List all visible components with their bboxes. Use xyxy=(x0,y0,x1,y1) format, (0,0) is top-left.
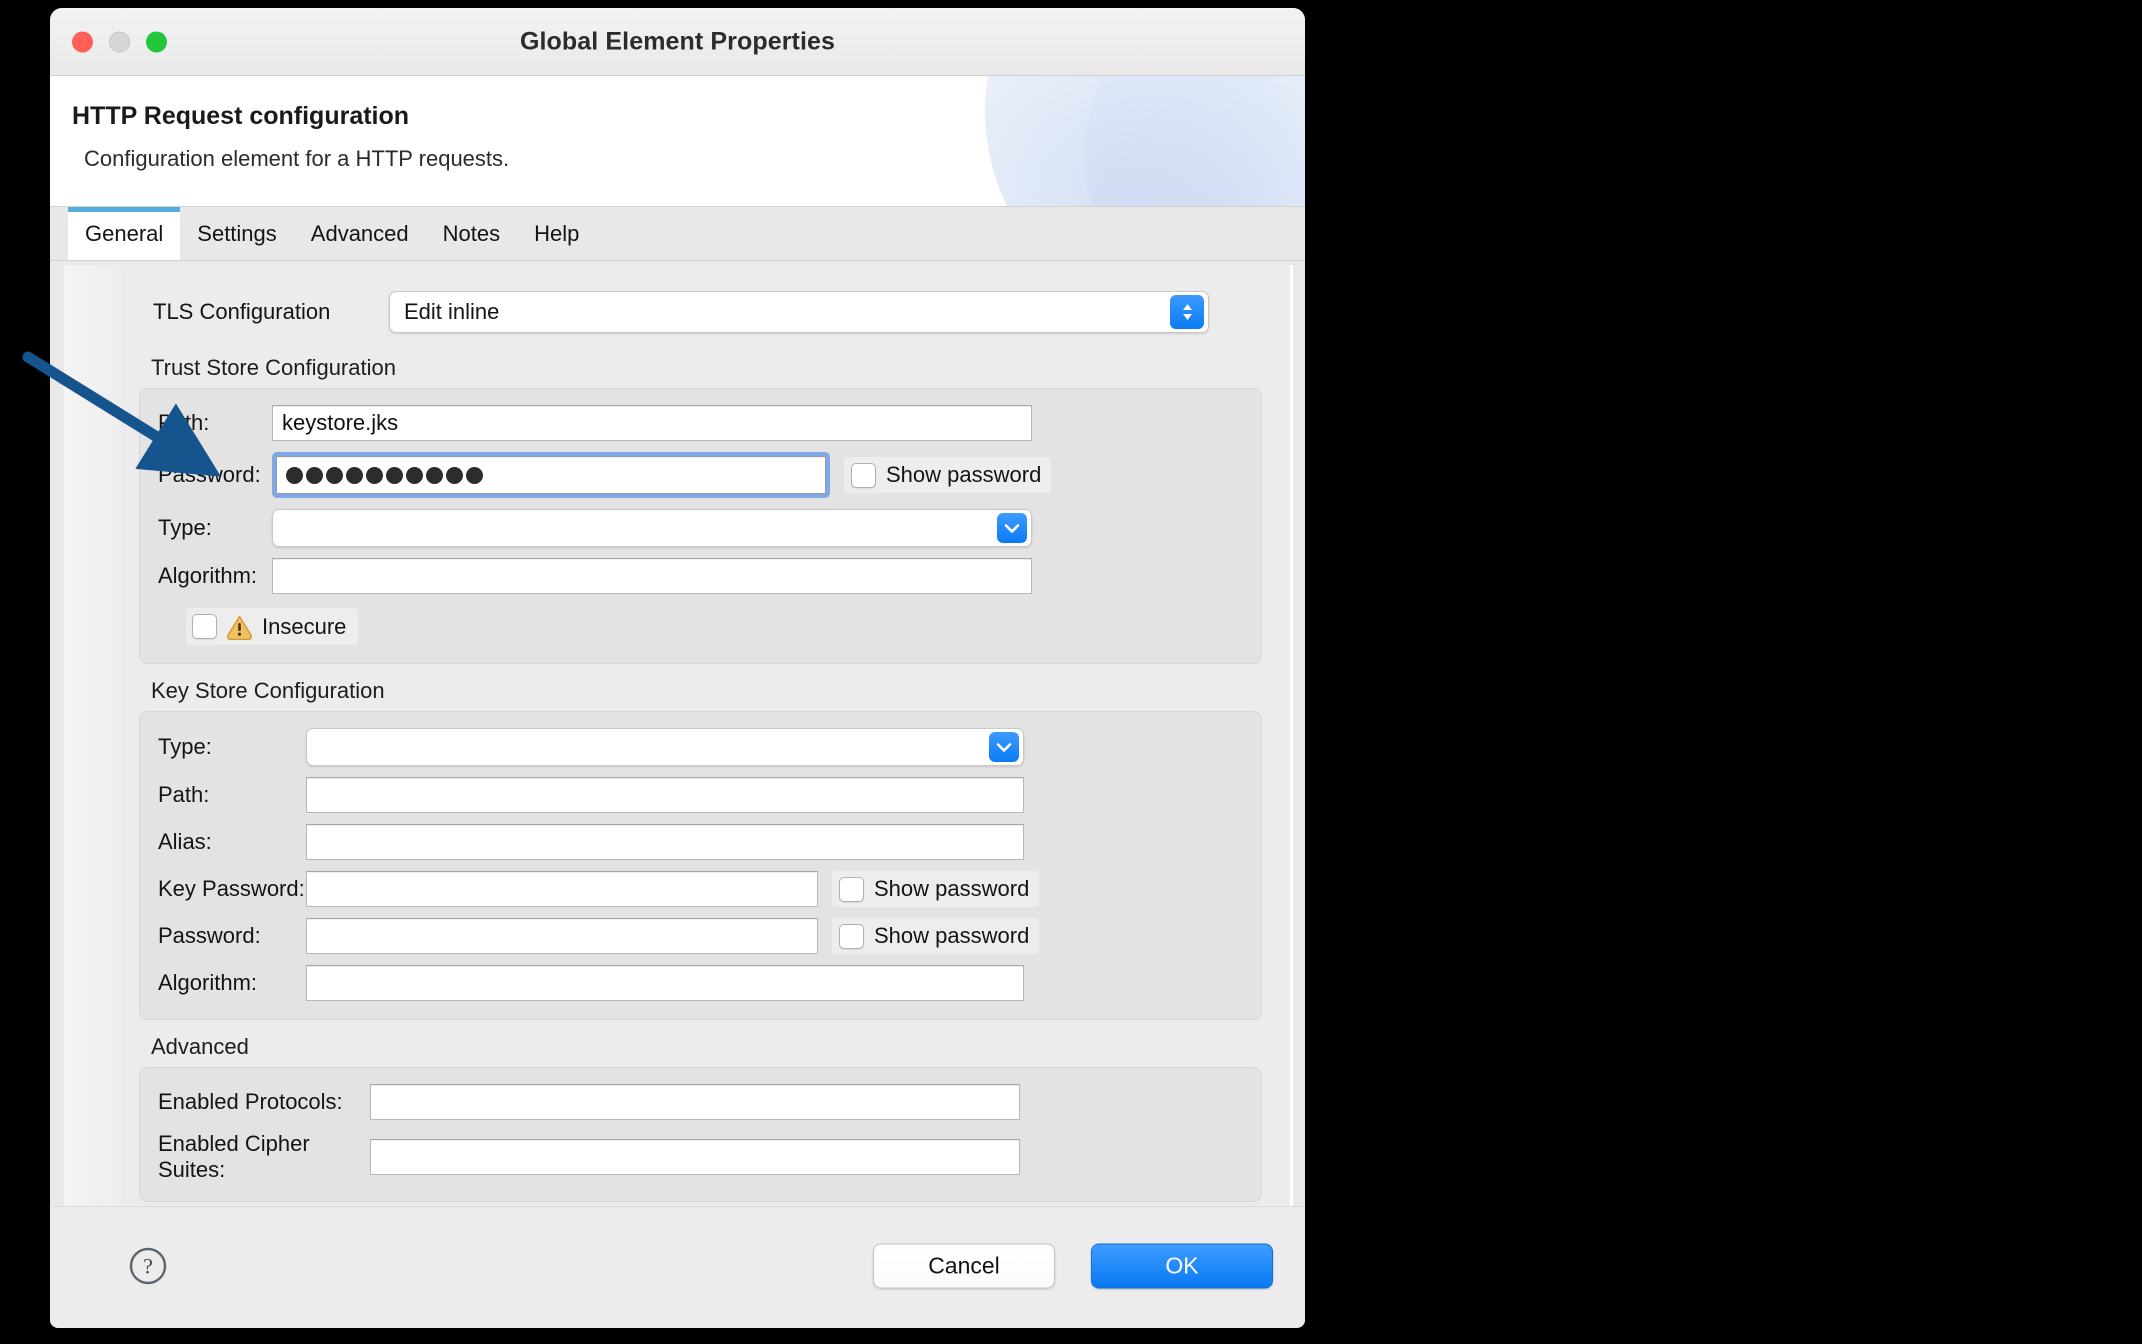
key-store-algorithm-row: Algorithm: xyxy=(158,965,1239,1001)
tls-configuration-label: TLS Configuration xyxy=(153,299,389,325)
tls-configuration-value: Edit inline xyxy=(404,299,499,325)
tab-settings-label: Settings xyxy=(197,221,277,247)
key-store-title: Key Store Configuration xyxy=(139,678,1262,704)
svg-text:?: ? xyxy=(143,1253,153,1278)
key-store-type-combo[interactable] xyxy=(306,728,1024,766)
ok-button[interactable]: OK xyxy=(1091,1243,1273,1288)
tab-notes[interactable]: Notes xyxy=(426,207,517,260)
trust-store-algorithm-input[interactable] xyxy=(272,558,1032,594)
dialog-footer: ? Cancel OK xyxy=(50,1206,1305,1324)
key-store-key-password-row: Key Password: Show password xyxy=(158,871,1239,907)
tab-advanced[interactable]: Advanced xyxy=(294,207,426,260)
page-subtitle: Configuration element for a HTTP request… xyxy=(84,146,509,172)
trust-store-type-combo[interactable] xyxy=(272,509,1032,547)
page-title: HTTP Request configuration xyxy=(72,102,409,131)
tab-content-area: TLS Configuration Edit inline Trust St xyxy=(50,261,1305,1206)
advanced-box: Enabled Protocols: Enabled Cipher Suites… xyxy=(139,1067,1262,1202)
key-store-key-password-input[interactable] xyxy=(306,871,818,907)
key-store-path-input[interactable] xyxy=(306,777,1024,813)
dialog-banner: HTTP Request configuration Configuration… xyxy=(50,76,1305,207)
question-mark-circle-icon[interactable]: ? xyxy=(128,1246,168,1286)
key-store-type-label: Type: xyxy=(158,734,306,760)
banner-decoration-arc2-icon xyxy=(1085,76,1305,207)
tab-advanced-label: Advanced xyxy=(311,221,409,247)
key-store-box: Type: Path: xyxy=(139,711,1262,1020)
key-store-path-row: Path: xyxy=(158,777,1239,813)
key-store-password-show-checkbox[interactable] xyxy=(839,924,864,949)
key-store-key-password-show-label: Show password xyxy=(874,876,1029,902)
insecure-checkbox[interactable] xyxy=(192,614,217,639)
key-store-group: Key Store Configuration Type: xyxy=(139,678,1262,1020)
key-store-password-input[interactable] xyxy=(306,918,818,954)
key-store-key-password-show-toggle[interactable]: Show password xyxy=(832,871,1039,907)
trust-store-type-label: Type: xyxy=(158,515,272,541)
tab-notes-label: Notes xyxy=(443,221,500,247)
chevron-down-icon[interactable] xyxy=(989,732,1019,762)
tab-general[interactable]: General xyxy=(68,207,180,260)
key-store-type-row: Type: xyxy=(158,728,1239,766)
tab-help-label: Help xyxy=(534,221,579,247)
tab-general-label: General xyxy=(85,221,163,247)
password-mask-dots xyxy=(286,457,483,493)
enabled-cipher-suites-input[interactable] xyxy=(370,1139,1020,1175)
global-element-properties-window: Global Element Properties HTTP Request c… xyxy=(50,8,1305,1328)
general-tab-panel: TLS Configuration Edit inline Trust St xyxy=(64,265,1293,1206)
trust-store-type-row: Type: xyxy=(158,509,1239,547)
key-store-password-row: Password: Show password xyxy=(158,918,1239,954)
enabled-cipher-suites-label: Enabled Cipher Suites: xyxy=(158,1131,370,1183)
insecure-label: Insecure xyxy=(262,614,346,640)
popup-updown-arrows-icon[interactable] xyxy=(1170,295,1204,329)
advanced-group: Advanced Enabled Protocols: Enabled Ciph… xyxy=(139,1034,1262,1202)
key-store-password-show-toggle[interactable]: Show password xyxy=(832,918,1039,954)
trust-store-group: Trust Store Configuration Path: keystore… xyxy=(139,355,1262,664)
trust-store-show-password-label: Show password xyxy=(886,462,1041,488)
trust-store-box: Path: keystore.jks Password: xyxy=(139,388,1262,664)
key-store-alias-input[interactable] xyxy=(306,824,1024,860)
enabled-protocols-row: Enabled Protocols: xyxy=(158,1084,1239,1120)
enabled-protocols-input[interactable] xyxy=(370,1084,1020,1120)
window-titlebar: Global Element Properties xyxy=(50,8,1305,76)
trust-store-algorithm-row: Algorithm: xyxy=(158,558,1239,594)
key-store-algorithm-input[interactable] xyxy=(306,965,1024,1001)
trust-store-path-label: Path: xyxy=(158,410,272,436)
key-store-alias-row: Alias: xyxy=(158,824,1239,860)
trust-store-password-input[interactable] xyxy=(276,456,826,494)
advanced-title: Advanced xyxy=(139,1034,1262,1060)
trust-store-password-label: Password: xyxy=(158,462,272,488)
key-store-alias-label: Alias: xyxy=(158,829,306,855)
key-store-key-password-label: Key Password: xyxy=(158,876,306,902)
tls-configuration-row: TLS Configuration Edit inline xyxy=(153,291,1262,333)
chevron-down-icon[interactable] xyxy=(997,513,1027,543)
trust-store-path-input[interactable]: keystore.jks xyxy=(272,405,1032,441)
key-store-key-password-show-checkbox[interactable] xyxy=(839,877,864,902)
window-title: Global Element Properties xyxy=(50,27,1305,56)
key-store-password-show-label: Show password xyxy=(874,923,1029,949)
key-store-algorithm-label: Algorithm: xyxy=(158,970,306,996)
trust-store-path-row: Path: keystore.jks xyxy=(158,405,1239,441)
insecure-toggle[interactable]: Insecure xyxy=(186,608,358,645)
enabled-protocols-label: Enabled Protocols: xyxy=(158,1089,370,1115)
screenshot-root: Global Element Properties HTTP Request c… xyxy=(0,0,2142,1344)
key-store-password-label: Password: xyxy=(158,923,306,949)
enabled-cipher-suites-row: Enabled Cipher Suites: xyxy=(158,1131,1239,1183)
trust-store-password-focus-ring xyxy=(272,452,830,498)
tls-configuration-select[interactable]: Edit inline xyxy=(389,291,1209,333)
warning-triangle-icon xyxy=(226,613,253,640)
tab-help[interactable]: Help xyxy=(517,207,596,260)
trust-store-show-password-checkbox[interactable] xyxy=(851,463,876,488)
tab-settings[interactable]: Settings xyxy=(180,207,294,260)
key-store-path-label: Path: xyxy=(158,782,306,808)
trust-store-show-password-toggle[interactable]: Show password xyxy=(844,457,1051,493)
trust-store-algorithm-label: Algorithm: xyxy=(158,563,272,589)
tab-bar: General Settings Advanced Notes Help xyxy=(50,207,1305,261)
dialog-button-row: Cancel OK xyxy=(873,1243,1273,1288)
trust-store-title: Trust Store Configuration xyxy=(139,355,1262,381)
trust-store-password-row: Password: xyxy=(158,452,1239,498)
cancel-button[interactable]: Cancel xyxy=(873,1243,1055,1288)
